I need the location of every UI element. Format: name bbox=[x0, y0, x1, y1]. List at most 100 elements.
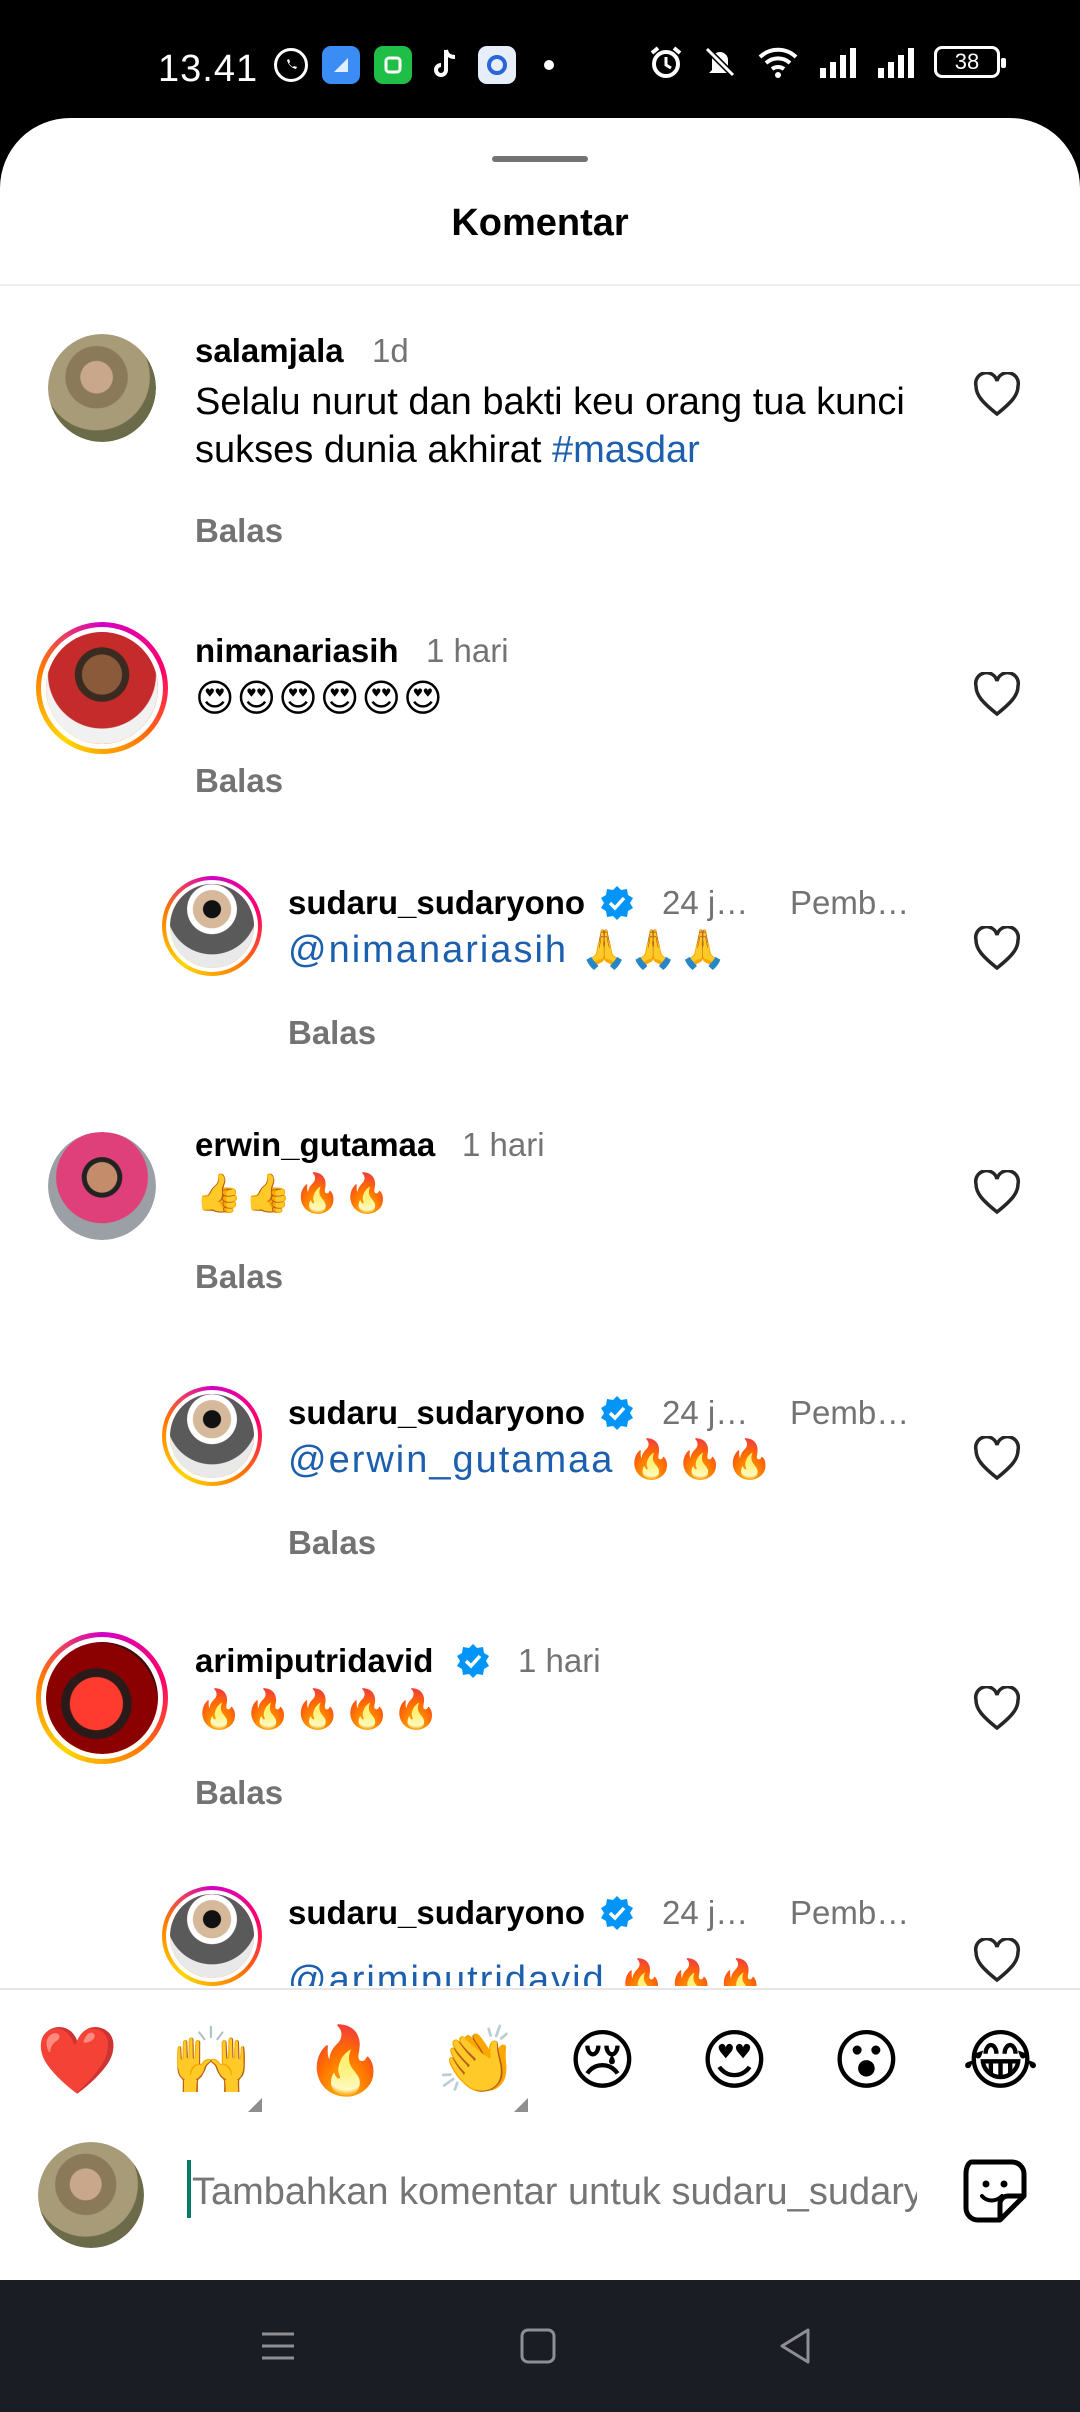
system-navigation-bar bbox=[0, 2280, 1080, 2412]
reply-item: sudaru_sudaryono 24 j… Pemb… @erwin_guta… bbox=[0, 1346, 1080, 1596]
mute-icon bbox=[704, 46, 736, 78]
blue-app-icon bbox=[322, 46, 360, 84]
comment-username[interactable]: erwin_gutamaa bbox=[195, 1126, 435, 1164]
reaction-laughing[interactable]: 😂 bbox=[962, 2020, 1039, 2100]
reply-text: @nimanariasih 🙏🙏🙏 bbox=[288, 928, 729, 972]
reaction-heart-eyes[interactable]: 😍 bbox=[700, 2020, 769, 2100]
like-heart-icon[interactable] bbox=[972, 1938, 1022, 1984]
mention-link[interactable]: @nimanariasih bbox=[288, 929, 568, 971]
comment-text: Selalu nurut dan bakti keu orang tua kun… bbox=[195, 378, 915, 474]
notification-icons bbox=[274, 46, 554, 84]
reactions-divider bbox=[0, 1988, 1080, 1990]
like-heart-icon[interactable] bbox=[972, 926, 1022, 972]
back-icon[interactable] bbox=[776, 2326, 816, 2366]
pinned-label: Pemb… bbox=[790, 1394, 910, 1431]
signal-icon bbox=[878, 48, 914, 78]
green-app-icon bbox=[374, 46, 412, 84]
reaction-heart[interactable]: ❤️ bbox=[36, 2020, 118, 2100]
comment-emojis: 😍😍😍😍😍😍 bbox=[195, 678, 445, 720]
comment-username[interactable]: salamjala bbox=[195, 332, 344, 370]
verified-badge-icon bbox=[457, 1644, 489, 1678]
comment-time: 1d bbox=[372, 332, 409, 369]
quick-reactions-bar: ❤️ 🙌 🔥 👏 😢 😍 😮 😂 bbox=[0, 2000, 1080, 2124]
like-heart-icon[interactable] bbox=[972, 672, 1022, 718]
reply-emojis: 🔥🔥🔥 bbox=[614, 1439, 775, 1481]
reaction-surprised[interactable]: 😮 bbox=[832, 2020, 901, 2100]
comment-username[interactable]: sudaru_sudaryono bbox=[288, 1394, 585, 1432]
current-user-avatar bbox=[38, 2142, 144, 2248]
reply-button[interactable]: Balas bbox=[195, 512, 283, 550]
reply-item: sudaru_sudaryono 24 j… Pemb… @arimiputri… bbox=[0, 1846, 1080, 1986]
reply-emojis: 🔥🔥🔥 bbox=[605, 1959, 767, 1986]
like-heart-icon[interactable] bbox=[972, 1170, 1022, 1216]
mention-link[interactable]: @erwin_gutamaa bbox=[288, 1439, 614, 1481]
reply-item: sudaru_sudaryono 24 j… Pemb… @nimanarias… bbox=[0, 836, 1080, 1096]
like-heart-icon[interactable] bbox=[972, 372, 1022, 418]
comment-time: 24 j… bbox=[662, 884, 749, 921]
sheet-title: Komentar bbox=[451, 202, 629, 244]
verified-badge-icon bbox=[601, 1896, 633, 1930]
comment-time: 24 j… bbox=[662, 1394, 749, 1431]
reaction-clap[interactable]: 👏 bbox=[436, 2020, 518, 2100]
reply-text: @arimiputridavid 🔥🔥🔥 bbox=[288, 1958, 766, 1986]
comment-username[interactable]: sudaru_sudaryono bbox=[288, 884, 585, 922]
like-heart-icon[interactable] bbox=[972, 1686, 1022, 1732]
status-time: 13.41 bbox=[158, 48, 259, 90]
skin-tone-indicator-icon bbox=[514, 2098, 528, 2112]
verified-badge-icon bbox=[601, 1396, 633, 1430]
pinned-label: Pemb… bbox=[790, 884, 910, 921]
comment-username[interactable]: nimanariasih bbox=[195, 632, 399, 670]
comment-item: erwin_gutamaa 1 hari 👍👍🔥🔥 Balas bbox=[0, 1096, 1080, 1346]
hashtag-link[interactable]: #masdar bbox=[552, 429, 700, 471]
text-cursor bbox=[187, 2160, 191, 2218]
comment-time: 24 j… bbox=[662, 1894, 749, 1931]
comment-username[interactable]: sudaru_sudaryono bbox=[288, 1894, 585, 1932]
comment-time: 1 hari bbox=[518, 1642, 601, 1679]
comments-list[interactable]: salamjala 1d Selalu nurut dan bakti keu … bbox=[0, 286, 1080, 1986]
reaction-crying[interactable]: 😢 bbox=[568, 2020, 637, 2100]
reply-button[interactable]: Balas bbox=[288, 1014, 376, 1052]
comment-text-plain: Selalu nurut dan bakti keu orang tua kun… bbox=[195, 381, 905, 471]
pinned-label: Pemb… bbox=[790, 1894, 910, 1931]
reply-button[interactable]: Balas bbox=[288, 1524, 376, 1562]
skin-tone-indicator-icon bbox=[248, 2098, 262, 2112]
wifi-icon bbox=[758, 47, 798, 78]
comment-input[interactable] bbox=[192, 2164, 917, 2220]
whatsapp-icon bbox=[274, 48, 308, 82]
reply-button[interactable]: Balas bbox=[195, 1774, 283, 1812]
sticker-icon[interactable] bbox=[958, 2154, 1032, 2228]
signal-icon bbox=[820, 48, 856, 78]
comment-time: 1 hari bbox=[462, 1126, 545, 1163]
comments-sheet: Komentar salamjala 1d Selalu nurut dan b… bbox=[0, 118, 1080, 2280]
avatar[interactable] bbox=[48, 334, 156, 442]
system-icons: 38 bbox=[648, 44, 1006, 80]
battery-indicator: 38 bbox=[934, 46, 1006, 78]
comment-item: salamjala 1d Selalu nurut dan bakti keu … bbox=[0, 286, 1080, 586]
reply-button[interactable]: Balas bbox=[195, 1258, 283, 1296]
home-icon[interactable] bbox=[518, 2326, 558, 2366]
like-heart-icon[interactable] bbox=[972, 1436, 1022, 1482]
avatar-story-ring[interactable] bbox=[162, 1886, 262, 1986]
alarm-icon bbox=[650, 46, 682, 78]
reaction-fire[interactable]: 🔥 bbox=[304, 2020, 386, 2100]
mention-link[interactable]: @arimiputridavid bbox=[288, 1959, 606, 1986]
reply-emojis: 🙏🙏🙏 bbox=[568, 929, 729, 971]
menu-icon[interactable] bbox=[258, 2326, 298, 2366]
reply-text: @erwin_gutamaa 🔥🔥🔥 bbox=[288, 1438, 775, 1482]
comment-time: 1 hari bbox=[426, 632, 509, 669]
tiktok-icon bbox=[426, 46, 464, 84]
drag-handle[interactable] bbox=[492, 156, 588, 162]
avatar-story-ring[interactable] bbox=[162, 1386, 262, 1486]
comment-username[interactable]: arimiputridavid bbox=[195, 1642, 433, 1680]
more-notifications-dot bbox=[544, 60, 554, 70]
reply-button[interactable]: Balas bbox=[195, 762, 283, 800]
comment-item: arimiputridavid 1 hari 🔥🔥🔥🔥🔥 Balas bbox=[0, 1596, 1080, 1846]
verified-badge-icon bbox=[601, 886, 633, 920]
avatar-story-ring[interactable] bbox=[36, 1632, 168, 1764]
db-app-icon bbox=[478, 46, 516, 84]
avatar-story-ring[interactable] bbox=[162, 876, 262, 976]
reaction-raised-hands[interactable]: 🙌 bbox=[170, 2020, 252, 2100]
avatar-story-ring[interactable] bbox=[36, 622, 168, 754]
avatar[interactable] bbox=[48, 1132, 156, 1240]
comment-composer bbox=[0, 2124, 1080, 2280]
